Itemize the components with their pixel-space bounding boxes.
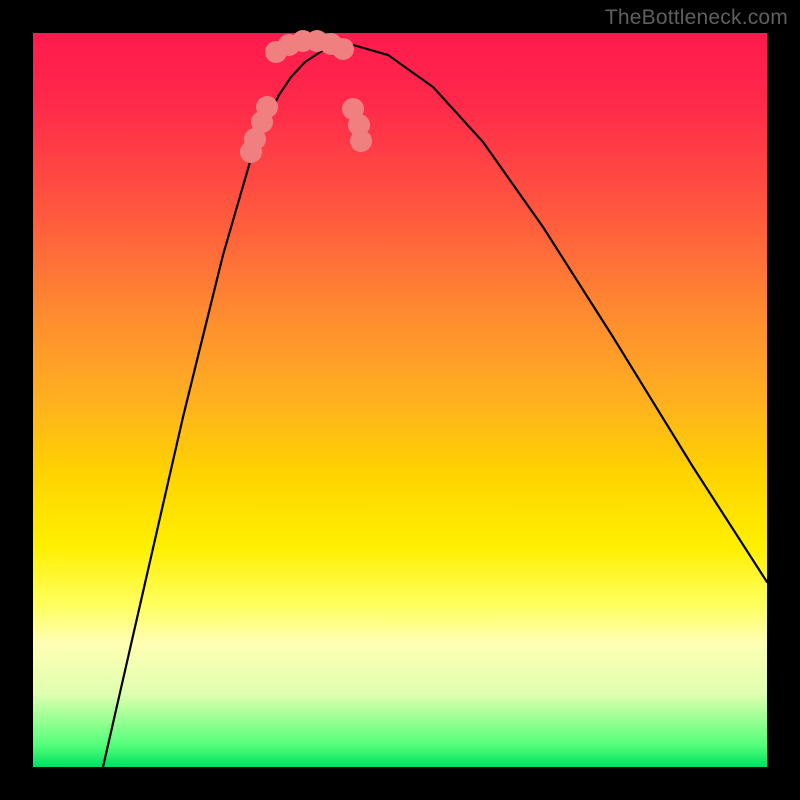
plot-area <box>33 33 767 767</box>
highlight-marker <box>256 96 278 118</box>
bottleneck-curve <box>33 33 767 767</box>
highlight-marker <box>350 130 372 152</box>
watermark-text: TheBottleneck.com <box>605 6 788 30</box>
chart-frame: TheBottleneck.com <box>0 0 800 800</box>
highlight-marker <box>332 38 354 60</box>
